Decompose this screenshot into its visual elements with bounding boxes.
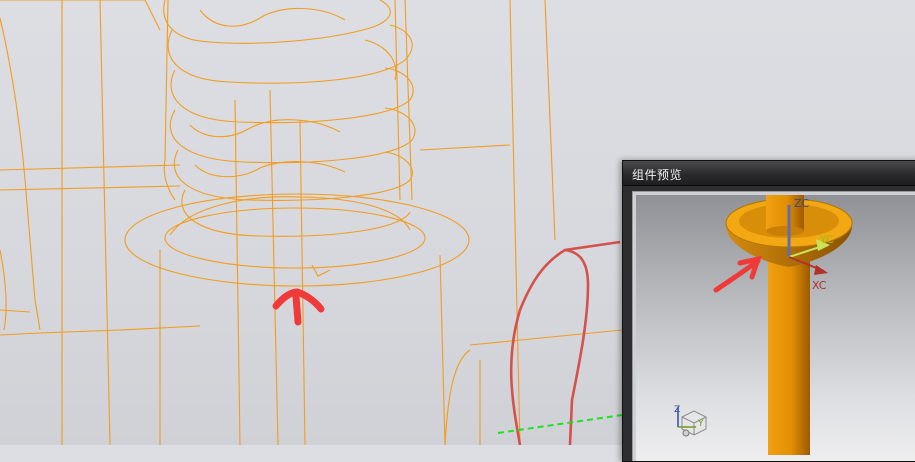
housing-edge (444, 349, 471, 445)
cad-graphics-window[interactable]: 组件预览 ZC YC XC Z Y (0, 0, 915, 462)
shaft-edge (234, 99, 241, 445)
xc-axis-label: XC (812, 279, 827, 292)
annotation-arrow-icon (272, 288, 325, 326)
shaft-edge (439, 254, 446, 445)
preview-canvas[interactable]: ZC YC XC Z Y (636, 195, 915, 461)
preview-frame: ZC YC XC Z Y (632, 191, 915, 461)
spring-coil (163, 0, 391, 44)
spring-coil (199, 7, 346, 27)
housing-edge (394, 0, 401, 201)
yc-axis-label: YC (820, 233, 834, 246)
housing-edge (0, 0, 161, 31)
preview-shaft (768, 259, 810, 455)
housing-edge (0, 309, 31, 313)
housing-edge (0, 17, 41, 331)
spring-outline (404, 0, 413, 201)
housing-edge (0, 249, 7, 331)
housing-edge (0, 185, 181, 191)
triad-y-label: Y (698, 419, 704, 429)
housing-edge (419, 144, 511, 151)
flange-ellipse (164, 207, 426, 269)
housing-edge (99, 0, 111, 445)
shaft-edge (299, 119, 306, 445)
component-preview-window[interactable]: 组件预览 ZC YC XC Z Y (622, 160, 915, 462)
spring-coil (194, 161, 346, 178)
housing-edge (0, 325, 201, 336)
xc-arrowhead (814, 265, 828, 275)
housing-edge (469, 329, 623, 346)
spring-coil (170, 67, 414, 124)
housing-edge (0, 164, 181, 171)
preview-titlebar[interactable]: 组件预览 (623, 161, 915, 186)
zc-axis-label: ZC (794, 197, 810, 210)
preview-upper-shaft-base (766, 226, 804, 236)
preview-title: 组件预览 (632, 168, 683, 182)
spring-coil (167, 24, 413, 84)
red-curve (509, 240, 621, 445)
housing-edge (544, 0, 556, 241)
spring-coil (189, 119, 341, 138)
triad-z-label: Z (674, 405, 681, 415)
annotation-arrow-icon (713, 255, 762, 293)
preview-part (677, 195, 853, 455)
